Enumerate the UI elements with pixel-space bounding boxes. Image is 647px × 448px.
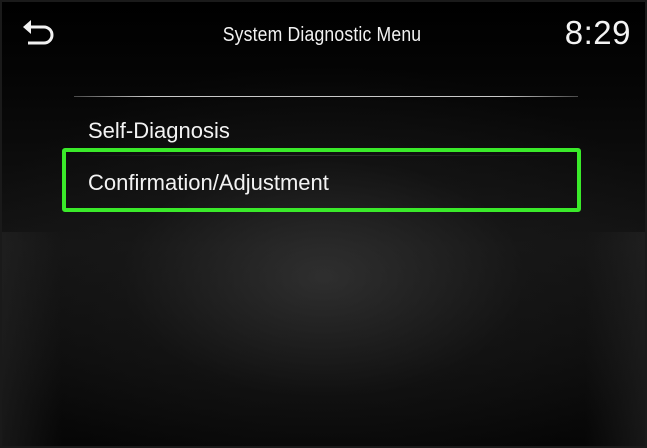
page-title: System Diagnostic Menu — [222, 24, 422, 46]
right-edge-shade — [585, 232, 645, 446]
back-arrow-icon — [23, 20, 54, 45]
display-screen: System Diagnostic Menu 8:29 Self-Diagnos… — [0, 0, 647, 448]
header-divider — [74, 96, 578, 97]
menu-item-confirmation-adjustment[interactable]: Confirmation/Adjustment — [74, 154, 578, 208]
clock-display: 8:29 — [564, 14, 631, 51]
menu-item-label: Confirmation/Adjustment — [88, 170, 329, 195]
header-bar: System Diagnostic Menu 8:29 — [2, 2, 645, 78]
menu-item-self-diagnosis[interactable]: Self-Diagnosis — [74, 102, 578, 156]
back-button[interactable] — [20, 16, 56, 48]
left-edge-shade — [2, 232, 62, 446]
menu-item-label: Self-Diagnosis — [88, 118, 230, 143]
